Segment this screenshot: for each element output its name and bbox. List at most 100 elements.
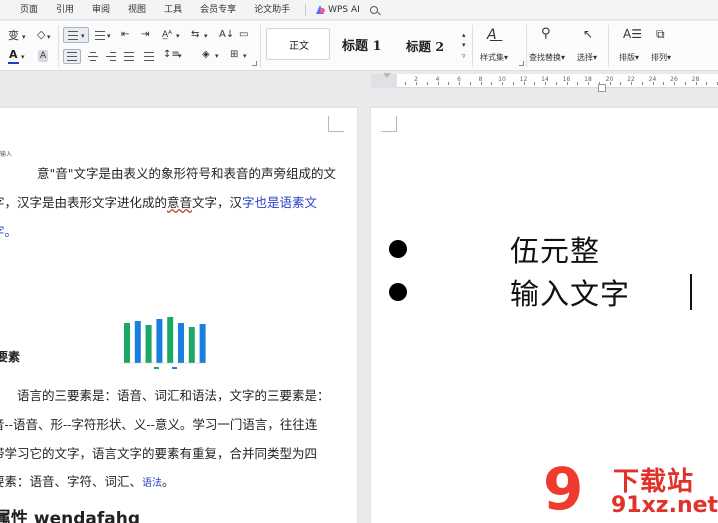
bullet-item-text[interactable]: 伍元整 — [510, 228, 600, 270]
gallery-more-icon[interactable]: ▿ — [462, 50, 466, 62]
right-indent-marker[interactable] — [598, 84, 606, 92]
ruler-tick — [545, 82, 546, 85]
chevron-down-icon[interactable]: ▾ — [21, 51, 25, 63]
tab-paper-assistant[interactable]: 论文助手 — [245, 0, 299, 20]
paragraph-line[interactable]: 字。 — [0, 221, 17, 240]
select-button[interactable]: 选择▾ — [577, 52, 597, 64]
paragraph-line[interactable]: 要素：语音、字符、词汇、语法。 — [0, 471, 175, 490]
ruler-tick — [534, 82, 536, 85]
style-set-button[interactable]: 样式集▾ — [480, 52, 508, 64]
ruler-tick — [706, 82, 708, 85]
tab-references[interactable]: 引用 — [47, 0, 83, 20]
arrange-label: 排列 — [651, 53, 667, 62]
chevron-down-icon[interactable]: ▾ — [22, 31, 26, 43]
text-run: 要素：语音、字符、词汇、 — [0, 474, 143, 489]
numbered-list-icon[interactable] — [95, 31, 105, 40]
ruler-tick — [469, 82, 471, 85]
document-page-left[interactable]: 输入 意"音"文字是由表义的象形符号和表音的声旁组成的文 字，汉字是由表形文字进… — [0, 108, 357, 523]
site-watermark-logo: 9 下载站 91xz.net — [543, 459, 718, 523]
tab-tools[interactable]: 工具 — [155, 0, 191, 20]
bullet-dot — [389, 283, 407, 301]
align-center-icon[interactable] — [88, 52, 98, 61]
paragraph-line[interactable]: 语言的三要素是：语音、词汇和语法，文字的三要素是： — [17, 385, 330, 404]
layout-button[interactable]: 排版▾ — [619, 52, 639, 64]
style-heading1-button[interactable]: 标题 1 — [342, 35, 382, 54]
ruler-tick — [695, 82, 697, 85]
ruler-tick — [684, 82, 686, 85]
menu-bar: 页面 引用 审阅 视图 工具 会员专享 论文助手 WPS AI — [0, 0, 718, 20]
char-shading-icon[interactable]: A — [38, 50, 49, 62]
shading-icon[interactable]: ◈ — [202, 49, 210, 61]
distribute-icon[interactable] — [144, 52, 154, 61]
chevron-down-icon[interactable]: ▾ — [215, 50, 219, 62]
ruler-tick — [609, 82, 611, 85]
watermark-url: 91xz.net — [611, 493, 718, 518]
paragraph-line[interactable]: 意"音"文字是由表义的象形符号和表音的声旁组成的文 — [37, 163, 336, 182]
line-break-icon[interactable]: ⇆ — [191, 29, 199, 41]
tab-view[interactable]: 视图 — [119, 0, 155, 20]
chevron-down-icon[interactable]: ▾ — [204, 30, 208, 42]
clear-format-icon[interactable]: ◇ — [37, 29, 45, 41]
chart-bar — [134, 321, 141, 363]
chevron-down-icon[interactable]: ▾ — [107, 30, 111, 42]
tab-page[interactable]: 页面 — [0, 0, 47, 20]
text-run: 字，汉字是由表形文字进化成的 — [0, 195, 168, 210]
paragraph-line[interactable]: 带学习它的文字，语言文字的要素有重复，合并同类型为四 — [0, 443, 317, 462]
align-left-icon — [67, 52, 77, 61]
show-marks-icon[interactable]: ▭ — [239, 29, 248, 41]
ruler-tick — [663, 82, 665, 85]
ribbon-divider — [58, 25, 59, 67]
increase-indent-icon[interactable]: ⇥ — [141, 29, 149, 41]
ruler-tick — [416, 82, 417, 85]
border-icon[interactable]: ⊞ — [230, 49, 238, 61]
wps-ai-button[interactable]: WPS AI — [312, 5, 364, 15]
horizontal-ruler[interactable]: 2 4 6 8 10 12 14 16 18 20 22 24 26 28 — [371, 74, 718, 88]
layout-icon: A☰ — [623, 27, 642, 41]
text-cursor — [690, 274, 692, 310]
justify-icon[interactable] — [124, 52, 134, 61]
ruler-tick — [491, 82, 493, 85]
arrange-button[interactable]: 排列▾ — [651, 52, 671, 64]
ribbon-toolbar: 变 ▾ ◇ ▾ A ▾ A ▾ ▾ ⇤ ⇥ A̲ᴬ ▾ ⇆ ▾ A↓ ▭ ↕≡ … — [0, 21, 718, 71]
search-icon[interactable] — [369, 5, 378, 14]
ruler-tick — [426, 82, 428, 85]
ruler-tick — [620, 82, 622, 85]
paragraph-dialog-launcher-icon[interactable] — [252, 61, 257, 66]
ruler-tick — [555, 82, 557, 85]
font-color-swatch — [8, 62, 19, 64]
font-color-icon[interactable]: A — [9, 49, 18, 61]
chevron-down-icon[interactable]: ▾ — [47, 31, 51, 43]
chart-bar — [199, 324, 206, 363]
embedded-bar-chart[interactable] — [118, 311, 210, 373]
tab-member[interactable]: 会员专享 — [191, 0, 245, 20]
tab-review[interactable]: 审阅 — [83, 0, 119, 20]
find-replace-label: 查找替换 — [529, 53, 561, 62]
chevron-down-icon[interactable]: ▾ — [81, 30, 85, 42]
first-line-indent-marker[interactable] — [383, 73, 391, 78]
ribbon-divider — [608, 25, 609, 67]
ruler-tick — [480, 82, 482, 85]
chevron-down-icon[interactable]: ▾ — [178, 50, 182, 62]
styles-dialog-launcher-icon[interactable] — [519, 61, 524, 66]
paragraph-line[interactable]: 音--语音、形--字符形状、义--意义。学习一门语言，往往连 — [0, 414, 317, 433]
chart-bar — [156, 319, 163, 363]
text-direction-icon[interactable]: A̲ᴬ — [162, 29, 172, 41]
chart-bar — [188, 327, 195, 363]
sort-icon[interactable]: A↓ — [219, 29, 234, 41]
ruler-tick — [502, 82, 503, 85]
section-heading[interactable]: 属性 wendafahg — [0, 504, 140, 523]
section-heading[interactable]: 要素 — [0, 348, 20, 365]
arrange-icon: ⧉ — [656, 27, 665, 41]
find-replace-button[interactable]: 查找替换▾ — [529, 52, 565, 64]
chart-bar — [167, 317, 174, 363]
bullet-item-text[interactable]: 输入文字 — [510, 271, 630, 313]
style-heading2-button[interactable]: 标题 2 — [406, 36, 444, 55]
align-right-icon[interactable] — [106, 52, 116, 61]
paragraph-line[interactable]: 字，汉字是由表形文字进化成的意音文字，汉字也是语素文 — [0, 192, 317, 211]
decrease-indent-icon[interactable]: ⇤ — [121, 29, 129, 41]
chevron-down-icon[interactable]: ▾ — [243, 50, 247, 62]
chevron-down-icon[interactable]: ▾ — [176, 30, 180, 42]
chart-bar — [124, 323, 130, 363]
phonetic-guide-icon[interactable]: 变 — [8, 30, 19, 42]
ruler-tick — [512, 82, 514, 85]
